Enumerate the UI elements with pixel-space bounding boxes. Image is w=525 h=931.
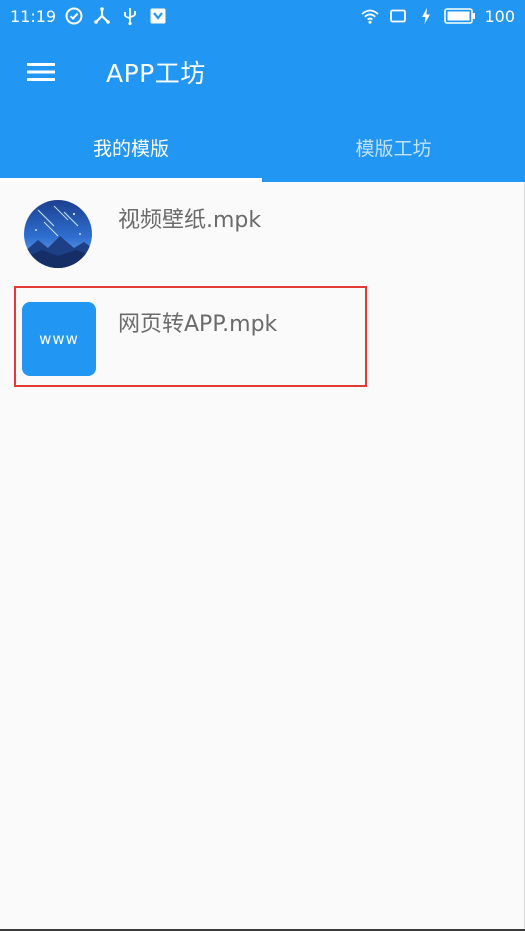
- app-title: APP工坊: [106, 59, 206, 88]
- status-bar-left: 11:19: [10, 0, 168, 32]
- www-icon: www: [22, 302, 96, 376]
- template-list: 视频壁纸.mpk www 网页转APP.mpk: [0, 182, 525, 390]
- www-icon-text: www: [39, 330, 79, 348]
- tab-label: 模版工坊: [355, 137, 432, 160]
- app-bar: APP工坊: [0, 32, 525, 112]
- app-screen: 11:19 100 APP工坊 我的模版 模版工坊 视频壁纸.mpk www 网…: [0, 0, 525, 931]
- battery-icon: [444, 7, 476, 25]
- list-item-label: 视频壁纸.mpk: [118, 208, 262, 233]
- status-bar: 11:19 100: [0, 0, 525, 32]
- list-item-web-to-app[interactable]: www 网页转APP.mpk: [0, 286, 525, 390]
- tab-bar: 我的模版 模版工坊: [0, 112, 525, 182]
- status-time: 11:19: [10, 6, 57, 26]
- battery-level: 100: [484, 6, 515, 26]
- screen-icon: [388, 6, 408, 26]
- shield-download-icon: [148, 6, 168, 26]
- tab-my-templates[interactable]: 我的模版: [0, 112, 262, 182]
- starry-night-icon: [24, 200, 92, 268]
- usb-branch-icon: [92, 6, 112, 26]
- list-item-video-wallpaper[interactable]: 视频壁纸.mpk: [0, 182, 525, 286]
- menu-button[interactable]: [18, 52, 64, 92]
- tab-label: 我的模版: [92, 137, 169, 160]
- tab-template-workshop[interactable]: 模版工坊: [262, 112, 525, 182]
- charging-bolt-icon: [416, 6, 436, 26]
- usb-icon: [120, 6, 140, 26]
- list-item-label: 网页转APP.mpk: [118, 312, 278, 337]
- check-circle-icon: [64, 6, 84, 26]
- status-bar-right: 100: [360, 0, 515, 32]
- wifi-icon: [360, 6, 380, 26]
- hamburger-menu-icon: [26, 60, 56, 84]
